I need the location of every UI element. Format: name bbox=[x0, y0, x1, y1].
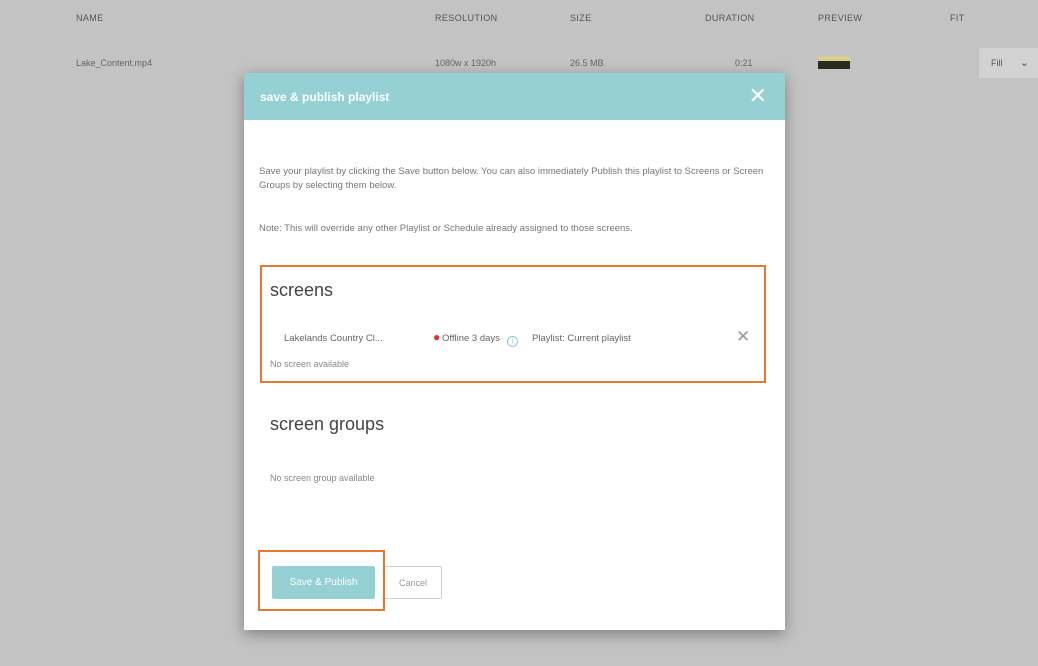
col-header-preview: PREVIEW bbox=[818, 13, 863, 23]
modal-note-text: Note: This will override any other Playl… bbox=[259, 223, 633, 234]
fit-select[interactable]: Fill ⌄ bbox=[978, 48, 1038, 78]
preview-thumbnail[interactable] bbox=[818, 56, 850, 69]
col-header-size[interactable]: SIZE bbox=[570, 13, 592, 23]
modal-title: save & publish playlist bbox=[260, 90, 390, 104]
cancel-button[interactable]: Cancel bbox=[384, 566, 442, 599]
col-header-duration[interactable]: DURATION bbox=[705, 13, 755, 23]
col-header-resolution[interactable]: RESOLUTION bbox=[435, 13, 498, 23]
close-icon[interactable]: ✕ bbox=[749, 83, 767, 109]
modal-intro-text: Save your playlist by clicking the Save … bbox=[259, 166, 764, 191]
chevron-down-icon: ⌄ bbox=[1019, 57, 1029, 69]
no-screen-group-text: No screen group available bbox=[270, 473, 375, 483]
publish-button-highlight-box bbox=[258, 550, 385, 611]
screen-groups-section-title: screen groups bbox=[270, 414, 385, 434]
screens-highlight-box bbox=[260, 265, 766, 383]
modal-header: save & publish playlist ✕ bbox=[244, 73, 785, 120]
row-duration: 0:21 bbox=[735, 58, 753, 68]
row-name[interactable]: Lake_Content.mp4 bbox=[76, 58, 152, 68]
row-resolution: 1080w x 1920h bbox=[435, 58, 497, 68]
row-size: 26.5 MB bbox=[570, 58, 604, 68]
fit-select-value: Fill bbox=[991, 58, 1003, 68]
col-header-name[interactable]: NAME bbox=[76, 13, 104, 23]
col-header-fit: FIT bbox=[950, 13, 965, 23]
